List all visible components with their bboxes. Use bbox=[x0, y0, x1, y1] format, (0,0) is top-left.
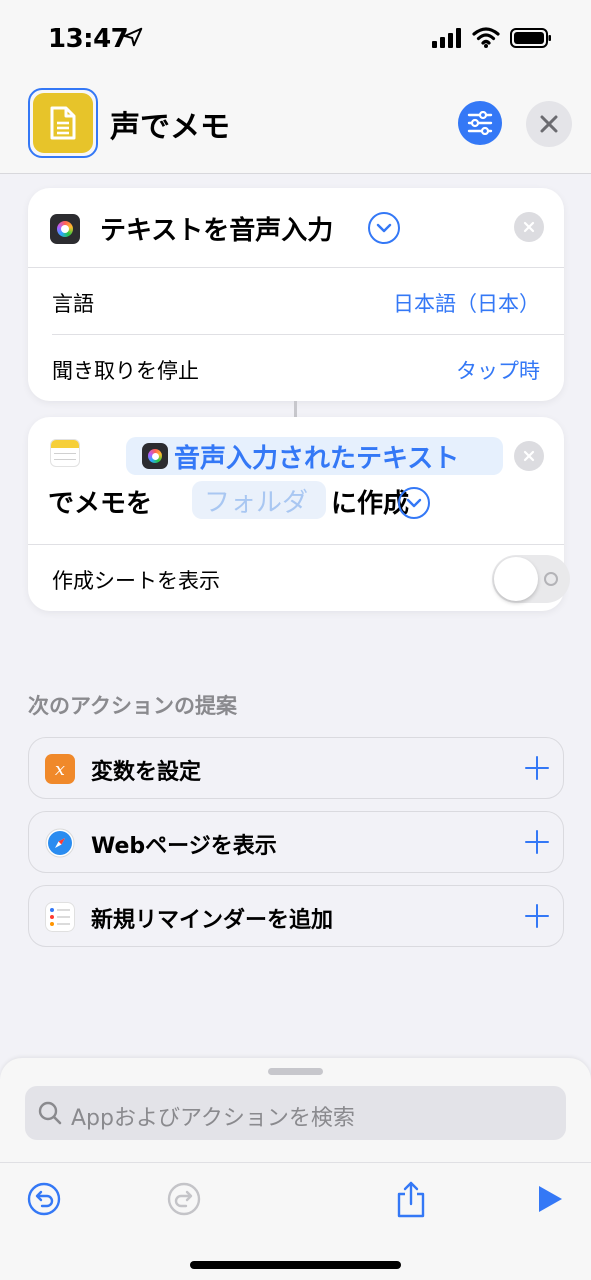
action-search-sheet: Appおよびアクションを検索 bbox=[0, 1058, 591, 1162]
share-button[interactable] bbox=[391, 1179, 431, 1219]
share-icon bbox=[397, 1181, 425, 1218]
settings-button[interactable] bbox=[458, 101, 502, 145]
shortcut-icon-button[interactable] bbox=[28, 88, 98, 158]
run-button[interactable] bbox=[530, 1179, 570, 1219]
close-icon bbox=[540, 115, 558, 133]
add-icon[interactable] bbox=[525, 904, 549, 928]
location-arrow-icon bbox=[123, 27, 143, 47]
suggestion-label: 変数を設定 bbox=[91, 760, 202, 785]
search-input[interactable]: Appおよびアクションを検索 bbox=[25, 1086, 566, 1140]
battery-icon bbox=[510, 28, 551, 48]
shortcut-title[interactable]: 声でメモ bbox=[110, 102, 230, 146]
action-create-note: 音声入力されたテキスト でメモを フォルダ に作成 作成シートを表示 bbox=[28, 417, 570, 611]
action-dictate-header: テキストを音声入力 bbox=[28, 188, 564, 268]
variable-label: 音声入力されたテキスト bbox=[174, 443, 460, 474]
suggestion-label: Webページを表示 bbox=[91, 834, 277, 859]
suggestion-show-webpage[interactable]: Webページを表示 bbox=[28, 811, 564, 873]
expand-chevron-button[interactable] bbox=[398, 487, 430, 519]
redo-icon bbox=[167, 1182, 201, 1216]
toggle-knob bbox=[494, 557, 538, 601]
variable-icon: x bbox=[45, 754, 75, 784]
show-compose-sheet-label: 作成シートを表示 bbox=[52, 569, 220, 593]
add-icon[interactable] bbox=[525, 756, 549, 780]
home-indicator bbox=[190, 1261, 401, 1269]
suggestion-add-reminder[interactable]: 新規リマインダーを追加 bbox=[28, 885, 564, 947]
suggestions-heading: 次のアクションの提案 bbox=[28, 694, 237, 718]
folder-parameter[interactable]: フォルダ bbox=[192, 481, 326, 519]
dictate-icon bbox=[50, 214, 80, 244]
close-icon bbox=[523, 221, 535, 233]
notes-app-icon bbox=[50, 439, 80, 467]
stop-listening-label: 聞き取りを停止 bbox=[52, 359, 199, 383]
undo-icon bbox=[27, 1182, 61, 1216]
action-connector bbox=[294, 401, 297, 417]
redo-button[interactable] bbox=[164, 1179, 204, 1219]
dictated-text-variable[interactable]: 音声入力されたテキスト bbox=[126, 437, 503, 475]
folder-placeholder: フォルダ bbox=[204, 487, 309, 518]
expand-chevron-button[interactable] bbox=[368, 212, 400, 244]
show-compose-sheet-toggle[interactable] bbox=[492, 555, 570, 603]
close-icon bbox=[523, 450, 535, 462]
toggle-off-indicator bbox=[544, 572, 558, 586]
undo-button[interactable] bbox=[24, 1179, 64, 1219]
dictate-icon bbox=[142, 443, 168, 469]
search-placeholder: Appおよびアクションを検索 bbox=[71, 1106, 355, 1131]
sheet-grabber[interactable] bbox=[268, 1068, 323, 1075]
editor-toolbar bbox=[0, 1162, 591, 1280]
cellular-signal-icon bbox=[432, 28, 461, 48]
suggestion-set-variable[interactable]: x 変数を設定 bbox=[28, 737, 564, 799]
chevron-down-icon bbox=[406, 498, 422, 508]
remove-action-button[interactable] bbox=[514, 441, 544, 471]
safari-icon bbox=[45, 828, 75, 858]
language-row[interactable]: 言語 日本語（日本） bbox=[28, 268, 564, 334]
chevron-down-icon bbox=[376, 223, 392, 233]
stop-listening-value[interactable]: タップ時 bbox=[456, 355, 540, 385]
add-icon[interactable] bbox=[525, 830, 549, 854]
status-bar: 13:47 bbox=[0, 0, 591, 78]
close-button[interactable] bbox=[526, 101, 572, 147]
remove-action-button[interactable] bbox=[514, 212, 544, 242]
sliders-icon bbox=[467, 111, 493, 135]
play-icon bbox=[539, 1186, 562, 1212]
status-time: 13:47 bbox=[48, 24, 129, 54]
row-divider bbox=[28, 544, 564, 545]
action-dictate-title: テキストを音声入力 bbox=[100, 216, 334, 246]
action-dictate-text: テキストを音声入力 言語 日本語（日本） 聞き取りを停止 タップ時 bbox=[28, 188, 564, 401]
stop-listening-row[interactable]: 聞き取りを停止 タップ時 bbox=[28, 335, 564, 401]
wifi-icon bbox=[472, 27, 500, 48]
language-value[interactable]: 日本語（日本） bbox=[393, 288, 540, 318]
shortcut-header: 声でメモ bbox=[0, 78, 591, 174]
action-text-before: でメモを bbox=[48, 489, 153, 519]
document-icon bbox=[33, 93, 93, 153]
search-icon bbox=[38, 1101, 62, 1125]
suggestion-label: 新規リマインダーを追加 bbox=[91, 908, 334, 933]
reminders-icon bbox=[45, 902, 75, 932]
language-label: 言語 bbox=[52, 292, 94, 316]
